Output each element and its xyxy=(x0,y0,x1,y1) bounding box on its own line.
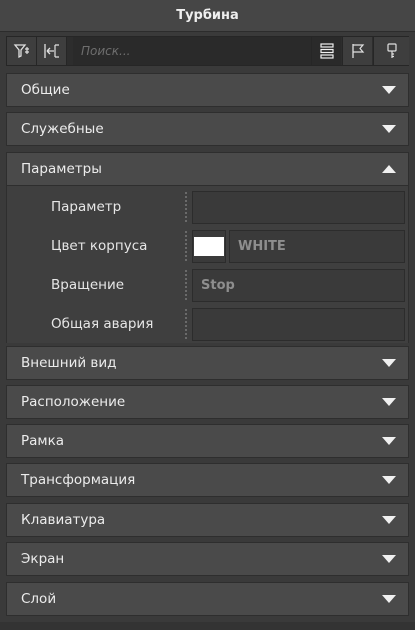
filter-button[interactable] xyxy=(7,37,37,65)
body-color-value[interactable]: WHITE xyxy=(229,230,405,263)
chevron-down-icon xyxy=(382,86,396,94)
panel-title: Турбина xyxy=(0,0,415,32)
section-label: Общие xyxy=(21,82,70,98)
chevron-down-icon xyxy=(382,476,396,484)
section-label: Параметры xyxy=(21,161,102,177)
section-keyboard[interactable]: Клавиатура xyxy=(6,503,409,537)
rotation-value-field[interactable]: Stop xyxy=(192,269,405,302)
section-general[interactable]: Общие xyxy=(6,73,409,107)
chevron-up-icon xyxy=(382,165,396,173)
section-appearance[interactable]: Внешний вид xyxy=(6,346,409,380)
chevron-down-icon xyxy=(382,516,396,524)
section-parameters[interactable]: Параметры xyxy=(6,152,409,186)
chevron-down-icon xyxy=(382,125,396,133)
color-swatch xyxy=(194,237,224,256)
section-label: Трансформация xyxy=(21,472,136,488)
section-label: Внешний вид xyxy=(21,355,117,371)
section-label: Слой xyxy=(21,591,57,607)
resize-handle[interactable] xyxy=(185,231,187,263)
section-label: Экран xyxy=(21,551,65,567)
section-label: Клавиатура xyxy=(21,512,106,528)
param-value-field[interactable] xyxy=(192,191,405,224)
properties-panel: Турбина Поиск... Общие Служебные Парамет… xyxy=(0,0,415,630)
general-alarm-value-field[interactable] xyxy=(192,308,405,341)
section-location[interactable]: Расположение xyxy=(6,385,409,419)
flag-icon xyxy=(351,44,364,58)
section-label: Рамка xyxy=(21,433,65,449)
resize-handle[interactable] xyxy=(185,309,187,341)
bottom-edge xyxy=(0,622,415,630)
param-row: Параметр xyxy=(7,188,408,227)
import-icon xyxy=(43,44,59,58)
rotation-row: Вращение Stop xyxy=(7,266,408,305)
parameters-content: Параметр Цвет корпуса WHITE Вращение Sto… xyxy=(6,186,409,343)
section-screen[interactable]: Экран xyxy=(6,542,409,576)
search-input[interactable] xyxy=(73,37,311,65)
chevron-down-icon xyxy=(382,595,396,603)
body-color-label: Цвет корпуса xyxy=(51,238,148,254)
color-swatch-button[interactable] xyxy=(192,230,226,263)
resize-handle[interactable] xyxy=(185,270,187,302)
section-frame[interactable]: Рамка xyxy=(6,424,409,458)
chevron-down-icon xyxy=(382,555,396,563)
filter-icon xyxy=(13,44,29,59)
rotation-label: Вращение xyxy=(51,277,125,293)
general-alarm-label: Общая авария xyxy=(51,316,154,332)
section-service[interactable]: Служебные xyxy=(6,112,409,146)
list-view-button[interactable] xyxy=(311,37,341,65)
chevron-down-icon xyxy=(382,437,396,445)
chevron-down-icon xyxy=(382,398,396,406)
section-label: Расположение xyxy=(21,394,126,410)
section-transform[interactable]: Трансформация xyxy=(6,463,409,497)
chevron-down-icon xyxy=(382,359,396,367)
section-label: Служебные xyxy=(21,121,104,137)
resize-handle[interactable] xyxy=(185,192,187,224)
general-alarm-row: Общая авария xyxy=(7,305,408,344)
list-icon xyxy=(319,43,334,59)
section-layer[interactable]: Слой xyxy=(6,582,409,616)
key-button[interactable] xyxy=(373,37,409,65)
key-icon xyxy=(386,43,397,58)
body-color-row: Цвет корпуса WHITE xyxy=(7,227,408,266)
import-button[interactable] xyxy=(37,37,67,65)
flag-button[interactable] xyxy=(342,37,372,65)
toolbar xyxy=(6,36,409,66)
param-label: Параметр xyxy=(51,199,122,215)
